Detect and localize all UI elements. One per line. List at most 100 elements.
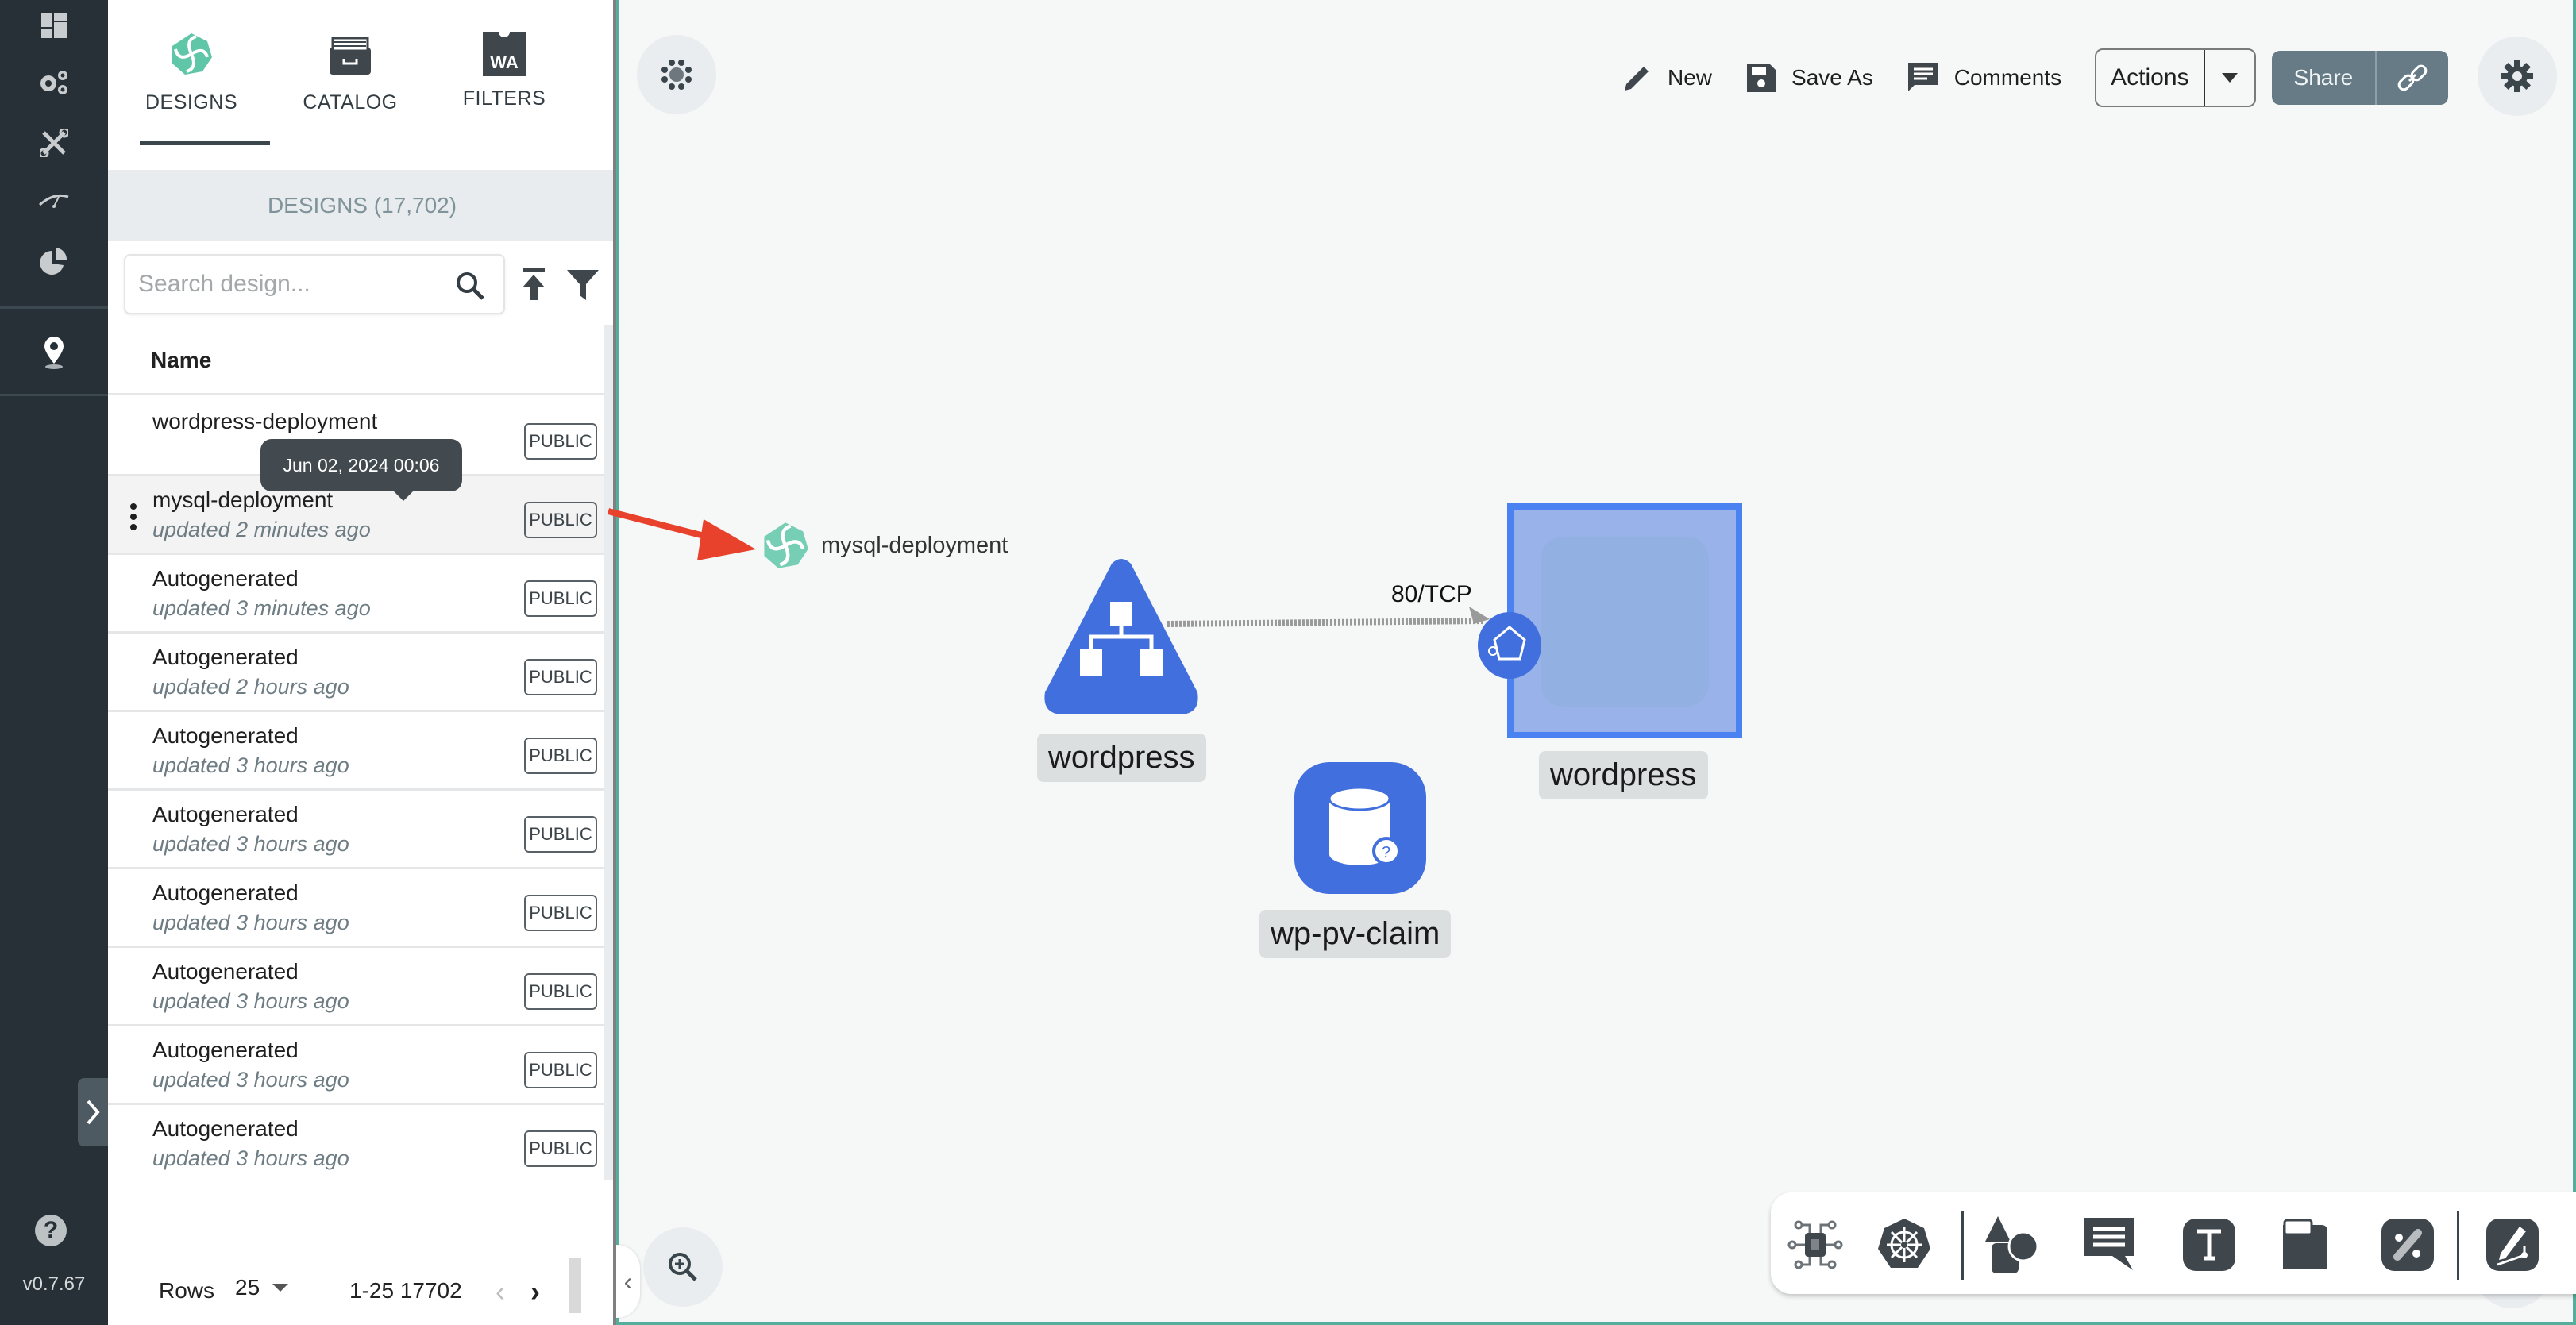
section-tool-button[interactable] (2277, 1215, 2338, 1275)
sort-upload-icon[interactable] (518, 267, 550, 302)
components-button[interactable] (1785, 1215, 1845, 1275)
shapes-icon (1985, 1216, 2039, 1273)
kubernetes-button[interactable] (1874, 1215, 1934, 1275)
tab-catalog-label: CATALOG (303, 91, 398, 114)
design-canvas[interactable]: New Save As Comments Actions Share mysql… (608, 0, 2576, 1325)
text-icon (2183, 1219, 2235, 1271)
pvc-node[interactable]: ? (1294, 762, 1426, 894)
column-name-header[interactable]: Name (151, 348, 211, 373)
table-row[interactable]: Autogenerated updated 3 hours ago PUBLIC (108, 1105, 604, 1180)
visibility-badge: PUBLIC (524, 973, 597, 1010)
design-updated: updated 3 hours ago (152, 832, 349, 856)
new-button[interactable]: New (1622, 62, 1712, 94)
table-row[interactable]: Autogenerated updated 3 hours ago PUBLIC (108, 948, 604, 1026)
relationship-tool-button[interactable] (2377, 1215, 2438, 1275)
share-split-button: Share (2271, 51, 2449, 105)
rows-per-page-label: Rows (159, 1278, 215, 1303)
table-row[interactable]: Autogenerated updated 3 minutes ago PUBLIC (108, 555, 604, 634)
design-name[interactable]: Autogenerated (152, 566, 299, 591)
visibility-badge: PUBLIC (524, 1052, 597, 1088)
location-pin-icon[interactable] (35, 333, 73, 372)
visibility-badge: PUBLIC (524, 659, 597, 695)
link-icon (2397, 64, 2428, 91)
tab-designs[interactable]: DESIGNS (124, 32, 259, 151)
expand-nav-button[interactable] (78, 1078, 108, 1146)
panel-scrollbar-thumb[interactable] (569, 1258, 581, 1313)
zoom-button[interactable] (643, 1227, 723, 1307)
design-name[interactable]: Autogenerated (152, 802, 299, 827)
dashboard-icon[interactable] (35, 6, 73, 44)
tab-designs-label: DESIGNS (145, 91, 238, 114)
page-range: 1-25 17702 (349, 1278, 462, 1303)
design-updated: updated 3 hours ago (152, 911, 349, 934)
row-menu-icon[interactable] (129, 503, 138, 530)
design-name[interactable]: wordpress-deployment (152, 409, 377, 434)
canvas-toolbar: New Save As Comments Actions Share (1622, 48, 2449, 108)
next-page-button[interactable]: › (530, 1275, 540, 1308)
port-icon[interactable] (1475, 610, 1544, 681)
design-name[interactable]: Autogenerated (152, 645, 299, 670)
prev-page-button[interactable]: ‹ (496, 1275, 505, 1308)
nav-rail: ? v0.7.67 (0, 0, 108, 1325)
tools-icon[interactable] (35, 124, 73, 162)
search-icon[interactable] (454, 270, 486, 302)
layers-button[interactable] (637, 35, 716, 114)
help-icon[interactable]: ? (35, 1215, 67, 1246)
search-input[interactable] (138, 267, 440, 302)
rows-per-page-select[interactable]: 25 (235, 1275, 289, 1300)
design-updated: updated 3 hours ago (152, 989, 349, 1013)
actions-button[interactable]: Actions (2096, 50, 2205, 106)
table-row[interactable]: Autogenerated updated 3 hours ago PUBLIC (108, 1026, 604, 1105)
visibility-badge: PUBLIC (524, 423, 597, 460)
kubernetes-helm-icon (1878, 1219, 1930, 1268)
table-row[interactable]: Autogenerated updated 2 hours ago PUBLIC (108, 634, 604, 712)
gears-icon[interactable] (35, 64, 73, 102)
svg-text:?: ? (1382, 844, 1390, 861)
rows-per-page-value: 25 (235, 1275, 260, 1300)
copy-link-button[interactable] (2377, 51, 2448, 105)
text-tool-button[interactable] (2179, 1215, 2239, 1275)
design-updated: updated 3 hours ago (152, 753, 349, 777)
save-as-button[interactable]: Save As (1745, 62, 1873, 94)
table-row[interactable]: Autogenerated updated 3 hours ago PUBLIC (108, 712, 604, 791)
relationship-link-icon (2381, 1219, 2434, 1271)
pen-arrow-icon (2486, 1219, 2539, 1271)
pagination: Rows 25 1-25 17702 ‹ › (108, 1258, 616, 1323)
design-name[interactable]: Autogenerated (152, 880, 299, 906)
tab-catalog[interactable]: CATALOG (283, 37, 418, 156)
network-edge[interactable] (1167, 605, 1501, 653)
toolbar-separator (1961, 1211, 1964, 1280)
design-name[interactable]: Autogenerated (152, 1038, 299, 1063)
visibility-badge: PUBLIC (524, 502, 597, 538)
caret-down-icon (2221, 73, 2238, 83)
shapes-button[interactable] (1982, 1215, 2042, 1275)
search-box (124, 254, 505, 314)
pie-chart-icon[interactable] (35, 243, 73, 281)
toolbar-separator (2457, 1211, 2459, 1280)
design-name[interactable]: Autogenerated (152, 1116, 299, 1142)
freehand-arrow-tool-button[interactable] (2482, 1215, 2543, 1275)
comment-tool-button[interactable] (2079, 1215, 2139, 1275)
tab-filters[interactable]: WA FILTERS (437, 32, 572, 151)
chip-icon (1787, 1220, 1843, 1269)
table-row[interactable]: Autogenerated updated 3 hours ago PUBLIC (108, 869, 604, 948)
design-updated: updated 2 hours ago (152, 675, 349, 699)
active-tab-indicator (140, 141, 270, 145)
design-name[interactable]: Autogenerated (152, 723, 299, 749)
design-updated: updated 3 minutes ago (152, 596, 371, 620)
share-button[interactable]: Share (2272, 51, 2377, 105)
panel-tabs: DESIGNS CATALOG WA FILTERS (108, 0, 616, 170)
designs-count-header: DESIGNS (17,702) (108, 170, 616, 241)
new-label: New (1668, 65, 1713, 90)
dragged-design[interactable]: mysql-deployment (761, 521, 1008, 570)
service-node[interactable] (1042, 557, 1201, 716)
settings-button[interactable] (2478, 37, 2557, 116)
comments-button[interactable]: Comments (1907, 61, 2061, 94)
design-name[interactable]: Autogenerated (152, 959, 299, 984)
table-row[interactable]: Autogenerated updated 3 hours ago PUBLIC (108, 791, 604, 869)
zoom-in-icon (669, 1253, 697, 1281)
filter-icon[interactable] (565, 267, 600, 302)
actions-dropdown-button[interactable] (2205, 50, 2254, 106)
gauge-icon[interactable] (35, 181, 73, 219)
timestamp-tooltip: Jun 02, 2024 00:06 (260, 439, 462, 501)
